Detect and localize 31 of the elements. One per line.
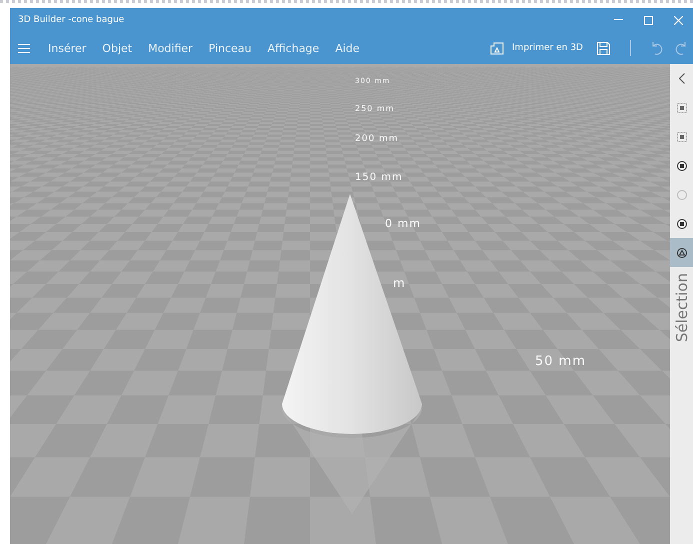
- menu-item[interactable]: Modifier: [140, 34, 201, 62]
- print-3d-button[interactable]: Imprimer en 3D: [482, 42, 591, 54]
- menu-item[interactable]: Pinceau: [200, 34, 260, 62]
- ruler-label: 0 mm: [385, 217, 421, 230]
- menu-item[interactable]: Affichage: [260, 34, 328, 62]
- close-icon: [674, 16, 682, 24]
- ruler-label: 200 mm: [355, 134, 399, 144]
- ruler-label: 150 mm: [355, 172, 403, 183]
- chevron-left-icon: [678, 73, 684, 84]
- menu-item[interactable]: Insérer: [40, 34, 94, 62]
- undo-icon: [651, 41, 663, 55]
- shape-circle-icon: [676, 160, 686, 170]
- ruler-label: 50 mm: [535, 354, 586, 369]
- ruler-label: 250 mm: [355, 104, 394, 113]
- maximize-icon: [644, 16, 652, 24]
- copy-object-icon: [676, 102, 686, 112]
- ruler-label: m: [393, 276, 406, 290]
- shape-circle-icon: [676, 218, 686, 228]
- minimize-icon: [614, 19, 622, 21]
- menu-item[interactable]: Aide: [327, 34, 368, 62]
- copy-object-icon: [676, 132, 686, 142]
- circle-icon: [676, 190, 686, 200]
- save-icon: [597, 42, 610, 54]
- tool-button[interactable]: [670, 238, 693, 267]
- menu-icon[interactable]: [18, 44, 30, 52]
- triangle-circle-icon: [676, 248, 686, 258]
- window-title: 3D Builder -cone bague: [18, 15, 126, 25]
- panel-label: Sélection: [672, 273, 690, 342]
- printer-icon: [490, 42, 504, 54]
- redo-icon: [675, 41, 687, 55]
- menu-item[interactable]: Objet: [94, 34, 140, 62]
